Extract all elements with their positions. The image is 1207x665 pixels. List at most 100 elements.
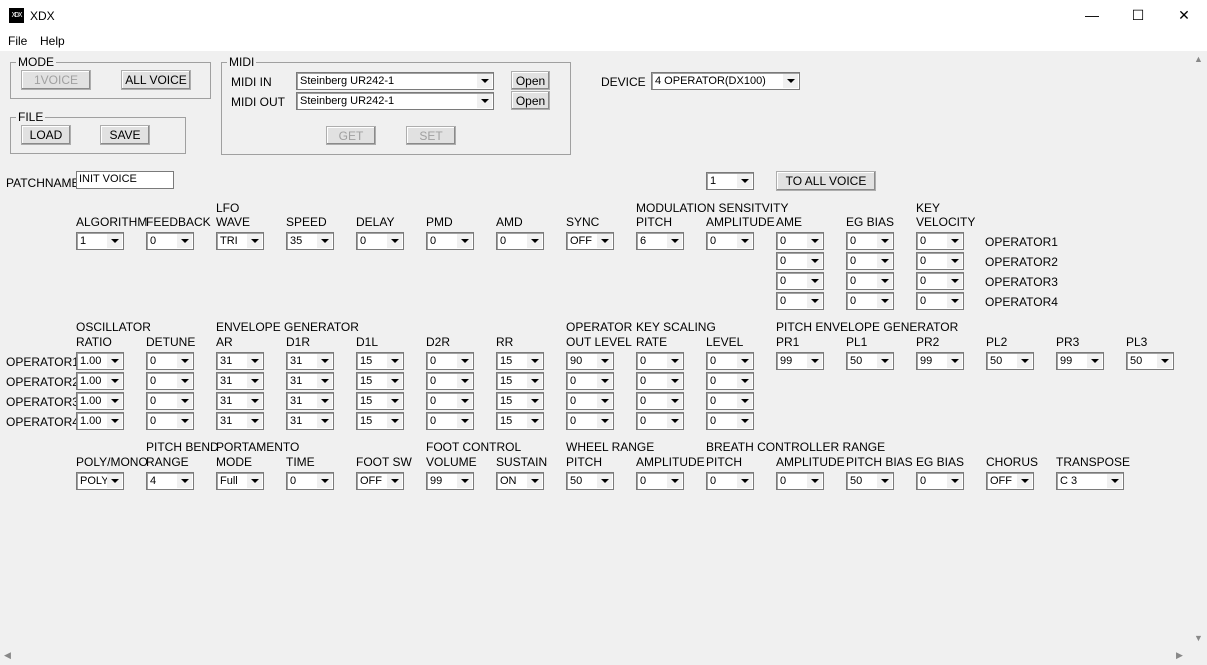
out-level-select[interactable]: 0: [566, 392, 614, 410]
chevron-down-icon[interactable]: [107, 394, 122, 408]
chevron-down-icon[interactable]: [477, 74, 492, 88]
ame-select[interactable]: 0: [776, 252, 824, 270]
chevron-down-icon[interactable]: [457, 394, 472, 408]
param-select[interactable]: ON: [496, 472, 544, 490]
chevron-down-icon[interactable]: [317, 394, 332, 408]
d1r-select[interactable]: 31: [286, 372, 334, 390]
chevron-down-icon[interactable]: [177, 414, 192, 428]
level-select[interactable]: 0: [706, 372, 754, 390]
chevron-down-icon[interactable]: [597, 234, 612, 248]
chevron-down-icon[interactable]: [107, 374, 122, 388]
chevron-down-icon[interactable]: [947, 474, 962, 488]
chevron-down-icon[interactable]: [667, 474, 682, 488]
chevron-down-icon[interactable]: [527, 354, 542, 368]
chevron-down-icon[interactable]: [597, 394, 612, 408]
chevron-down-icon[interactable]: [667, 234, 682, 248]
param-select[interactable]: 50: [566, 472, 614, 490]
chevron-down-icon[interactable]: [317, 234, 332, 248]
chevron-down-icon[interactable]: [247, 414, 262, 428]
ar-select[interactable]: 31: [216, 372, 264, 390]
param-select[interactable]: 0: [356, 232, 404, 250]
maximize-button[interactable]: ☐: [1115, 0, 1161, 31]
velocity-select[interactable]: 0: [916, 232, 964, 250]
scroll-up-icon[interactable]: ▲: [1194, 54, 1203, 64]
chevron-down-icon[interactable]: [1087, 354, 1102, 368]
chevron-down-icon[interactable]: [877, 354, 892, 368]
chevron-down-icon[interactable]: [597, 354, 612, 368]
menu-help[interactable]: Help: [40, 34, 65, 48]
get-button[interactable]: GET: [326, 126, 376, 145]
d1l-select[interactable]: 15: [356, 372, 404, 390]
chevron-down-icon[interactable]: [947, 294, 962, 308]
chevron-down-icon[interactable]: [387, 414, 402, 428]
velocity-select[interactable]: 0: [916, 252, 964, 270]
all-voice-button[interactable]: ALL VOICE: [121, 70, 191, 90]
one-voice-button[interactable]: 1VOICE: [21, 70, 91, 90]
chevron-down-icon[interactable]: [807, 354, 822, 368]
param-select[interactable]: 0: [146, 232, 194, 250]
chevron-down-icon[interactable]: [177, 234, 192, 248]
chevron-down-icon[interactable]: [247, 354, 262, 368]
param-select[interactable]: 0: [426, 232, 474, 250]
chevron-down-icon[interactable]: [737, 414, 752, 428]
voice-number-select[interactable]: 1: [706, 172, 754, 190]
rate-select[interactable]: 0: [636, 392, 684, 410]
param-select[interactable]: 0: [286, 472, 334, 490]
chevron-down-icon[interactable]: [387, 354, 402, 368]
chevron-down-icon[interactable]: [527, 374, 542, 388]
chevron-down-icon[interactable]: [947, 234, 962, 248]
set-button[interactable]: SET: [406, 126, 456, 145]
velocity-select[interactable]: 0: [916, 272, 964, 290]
chevron-down-icon[interactable]: [527, 394, 542, 408]
d1r-select[interactable]: 31: [286, 352, 334, 370]
rr-select[interactable]: 15: [496, 392, 544, 410]
chevron-down-icon[interactable]: [1107, 474, 1122, 488]
detune-select[interactable]: 0: [146, 372, 194, 390]
chevron-down-icon[interactable]: [1017, 354, 1032, 368]
close-button[interactable]: ✕: [1161, 0, 1207, 31]
peg-select[interactable]: 50: [1126, 352, 1174, 370]
out-level-select[interactable]: 90: [566, 352, 614, 370]
ratio-select[interactable]: 1.00: [76, 352, 124, 370]
chevron-down-icon[interactable]: [807, 294, 822, 308]
eg-bias-select[interactable]: 0: [846, 252, 894, 270]
d1l-select[interactable]: 15: [356, 352, 404, 370]
patchname-input[interactable]: INIT VOICE: [76, 171, 174, 189]
chevron-down-icon[interactable]: [877, 234, 892, 248]
param-select[interactable]: 0: [916, 472, 964, 490]
chevron-down-icon[interactable]: [527, 474, 542, 488]
load-button[interactable]: LOAD: [21, 125, 71, 145]
chevron-down-icon[interactable]: [107, 234, 122, 248]
ratio-select[interactable]: 1.00: [76, 372, 124, 390]
midi-out-select[interactable]: Steinberg UR242-1: [296, 92, 494, 110]
chevron-down-icon[interactable]: [807, 474, 822, 488]
chevron-down-icon[interactable]: [247, 374, 262, 388]
param-select[interactable]: 0: [776, 472, 824, 490]
chevron-down-icon[interactable]: [597, 474, 612, 488]
to-all-voice-button[interactable]: TO ALL VOICE: [776, 171, 876, 191]
chevron-down-icon[interactable]: [457, 414, 472, 428]
chevron-down-icon[interactable]: [387, 394, 402, 408]
ame-select[interactable]: 0: [776, 292, 824, 310]
chevron-down-icon[interactable]: [247, 474, 262, 488]
transpose-select[interactable]: C 3: [1056, 472, 1124, 490]
param-select[interactable]: 0: [496, 232, 544, 250]
chevron-down-icon[interactable]: [737, 374, 752, 388]
chevron-down-icon[interactable]: [457, 234, 472, 248]
chevron-down-icon[interactable]: [387, 234, 402, 248]
chevron-down-icon[interactable]: [107, 414, 122, 428]
minimize-button[interactable]: —: [1069, 0, 1115, 31]
peg-select[interactable]: 99: [916, 352, 964, 370]
param-select[interactable]: Full: [216, 472, 264, 490]
velocity-select[interactable]: 0: [916, 292, 964, 310]
chevron-down-icon[interactable]: [1157, 354, 1172, 368]
chevron-down-icon[interactable]: [317, 354, 332, 368]
param-select[interactable]: OFF: [566, 232, 614, 250]
ame-select[interactable]: 0: [776, 272, 824, 290]
scroll-right-icon[interactable]: ▶: [1176, 650, 1183, 661]
detune-select[interactable]: 0: [146, 352, 194, 370]
eg-bias-select[interactable]: 0: [846, 272, 894, 290]
chevron-down-icon[interactable]: [737, 174, 752, 188]
chevron-down-icon[interactable]: [527, 414, 542, 428]
d1r-select[interactable]: 31: [286, 412, 334, 430]
